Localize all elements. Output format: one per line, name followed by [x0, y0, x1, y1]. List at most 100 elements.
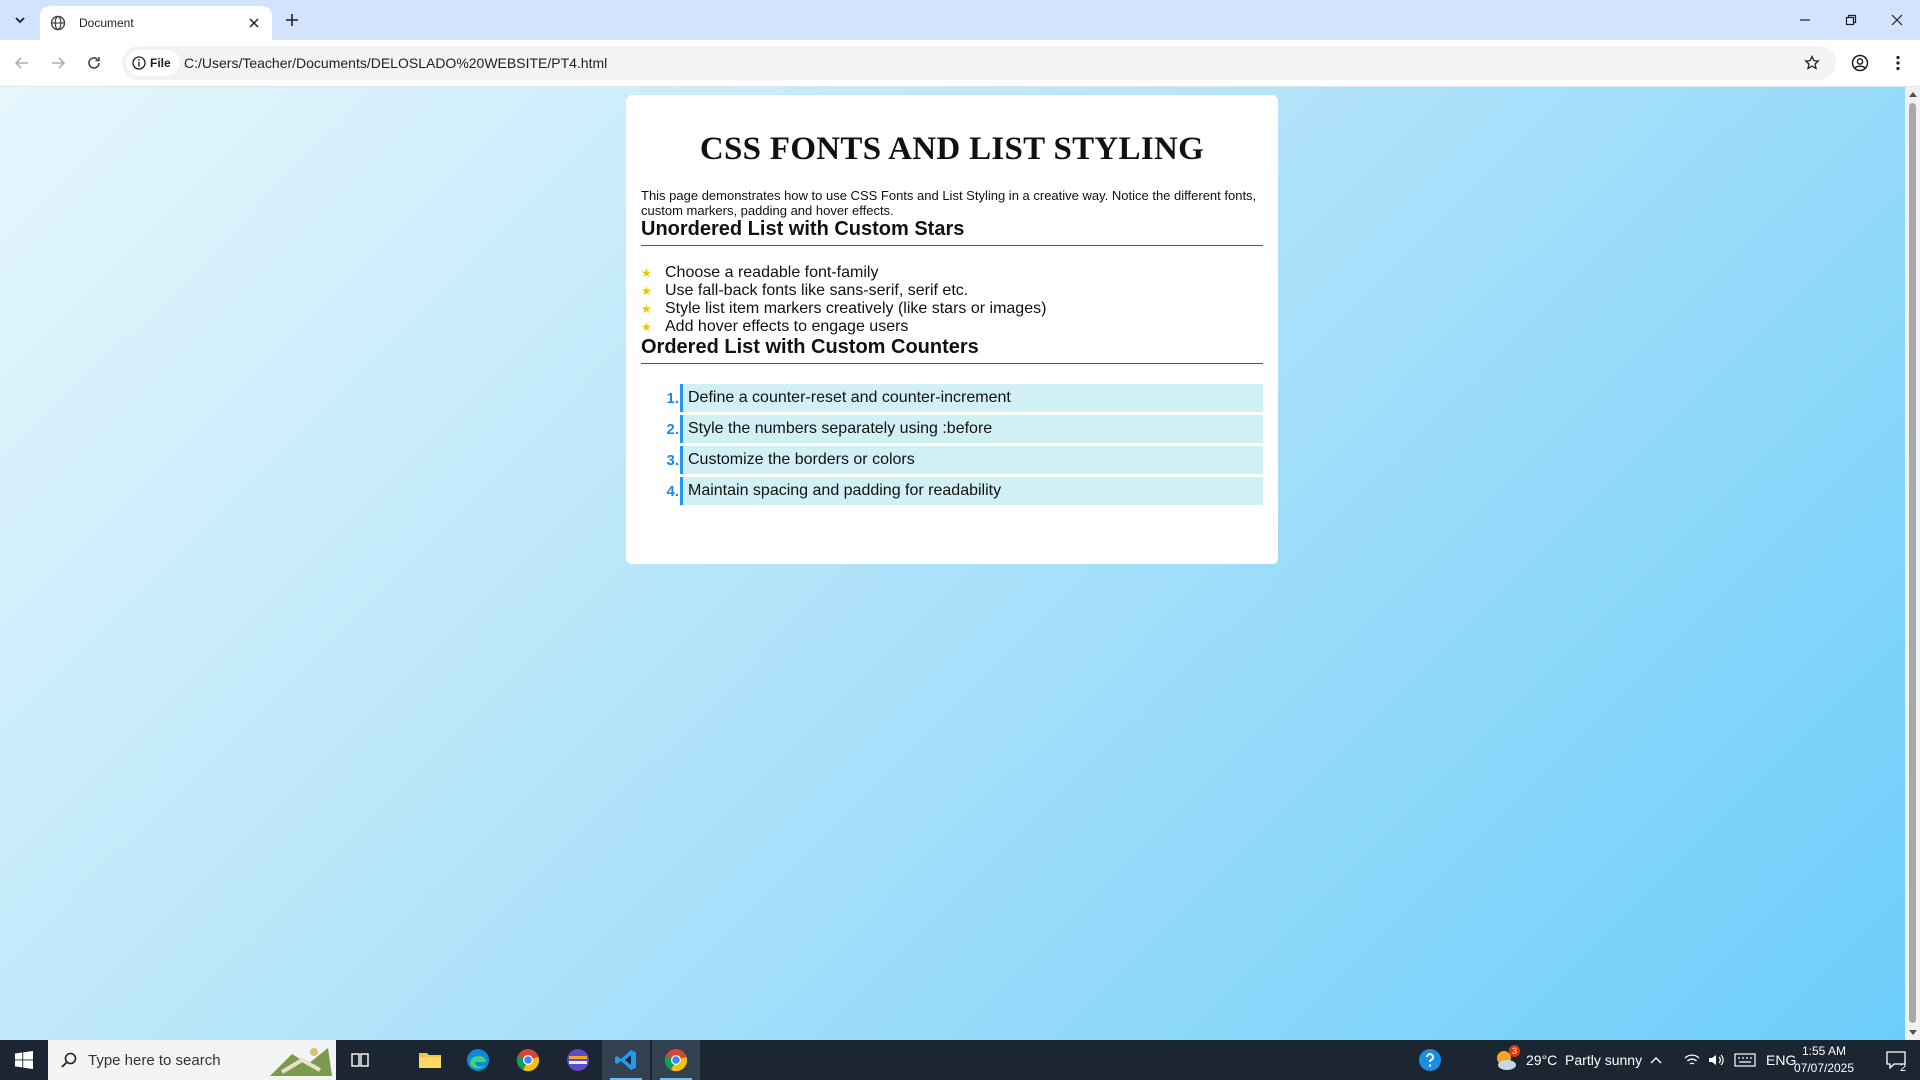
clock-date: 07/07/2025: [1793, 1061, 1855, 1075]
profile-icon: [1851, 54, 1869, 72]
minimize-icon: [1800, 19, 1810, 21]
list-item-text: Add hover effects to engage users: [665, 318, 909, 335]
star-icon: ★: [641, 302, 652, 316]
globe-icon: [50, 15, 66, 31]
profile-button[interactable]: [1846, 49, 1874, 77]
weather-badge: 3: [1508, 1045, 1520, 1057]
star-outline-icon: [1804, 55, 1820, 70]
task-view-icon: [351, 1053, 369, 1067]
list-item[interactable]: ★ Style list item markers creatively (lik…: [641, 300, 1263, 318]
search-highlight-illustration-icon: [270, 1048, 332, 1076]
vscode-icon: [615, 1050, 636, 1070]
network-button[interactable]: [1680, 1040, 1704, 1080]
list-item-text: Customize the borders or colors: [680, 446, 1263, 474]
edge-icon: [467, 1049, 489, 1071]
page-title: CSS FONTS AND LIST STYLING: [699, 131, 1205, 167]
start-button[interactable]: [0, 1040, 48, 1080]
list-item[interactable]: 3. Customize the borders or colors: [641, 446, 1263, 474]
list-item[interactable]: 4. Maintain spacing and padding for reada…: [641, 477, 1263, 505]
list-item[interactable]: ★ Add hover effects to engage users: [641, 318, 1263, 336]
forward-button[interactable]: [44, 49, 72, 77]
counter-number: 3.: [666, 452, 679, 469]
info-icon: [132, 56, 146, 70]
notification-count: 2: [1900, 1062, 1907, 1074]
taskbar-search-box[interactable]: Type here to search: [48, 1040, 336, 1080]
scrollbar-thumb[interactable]: [1909, 103, 1916, 1023]
wifi-icon: [1684, 1054, 1700, 1065]
list-item-text: Choose a readable font-family: [665, 264, 879, 281]
site-info-chip[interactable]: File: [126, 50, 180, 76]
kebab-menu-icon: [1896, 55, 1900, 71]
unordered-list-heading: Unordered List with Custom Stars: [641, 218, 1263, 246]
touch-keyboard-button[interactable]: [1730, 1040, 1760, 1080]
search-icon: [61, 1052, 77, 1068]
counter-list: 1. Define a counter-reset and counter-inc…: [641, 384, 1263, 505]
restore-button[interactable]: [1828, 0, 1874, 40]
list-item-text: Maintain spacing and padding for readabi…: [680, 477, 1263, 505]
plus-icon: [286, 14, 298, 26]
intro-paragraph: This page demonstrates how to use CSS Fo…: [641, 188, 1257, 218]
ordered-list-heading: Ordered List with Custom Counters: [641, 336, 1263, 364]
reload-icon: [88, 57, 100, 69]
star-icon: ★: [641, 284, 652, 298]
app-stripes-icon: [567, 1049, 589, 1071]
close-icon: [249, 18, 259, 28]
taskbar-file-explorer[interactable]: [406, 1040, 454, 1080]
tab-document[interactable]: Document: [40, 6, 272, 40]
task-view-button[interactable]: [336, 1040, 384, 1080]
list-item[interactable]: 2. Style the numbers separately using :be…: [641, 415, 1263, 443]
help-icon: [1419, 1049, 1441, 1071]
volume-button[interactable]: [1704, 1040, 1728, 1080]
speaker-icon: [1709, 1054, 1724, 1066]
keyboard-icon: [1734, 1053, 1756, 1067]
list-item[interactable]: 1. Define a counter-reset and counter-inc…: [641, 384, 1263, 412]
list-item-text: Style the numbers separately using :befo…: [680, 415, 1263, 443]
search-placeholder: Type here to search: [88, 1051, 221, 1069]
folder-icon: [419, 1053, 441, 1068]
tab-close-button[interactable]: [244, 13, 264, 33]
restore-icon: [1845, 14, 1857, 26]
list-item-text: Style list item markers creatively (like…: [665, 300, 1047, 317]
chrome-icon: [516, 1049, 539, 1072]
page-viewport: CSS FONTS AND LIST STYLING This page dem…: [0, 87, 1905, 1040]
new-tab-button[interactable]: [280, 8, 304, 32]
star-icon: ★: [641, 266, 652, 280]
address-bar[interactable]: File C:/Users/Teacher/Documents/DELOSLAD…: [122, 46, 1836, 80]
clock[interactable]: 1:55 AM 07/07/2025: [1792, 1043, 1856, 1077]
list-item-text: Define a counter-reset and counter-incre…: [680, 384, 1263, 412]
url-text[interactable]: C:/Users/Teacher/Documents/DELOSLADO%20W…: [184, 55, 607, 71]
content-card: CSS FONTS AND LIST STYLING This page dem…: [626, 95, 1278, 564]
list-item[interactable]: ★ Use fall-back fonts like sans-serif, se…: [641, 282, 1263, 300]
chevron-up-icon: [1650, 1057, 1662, 1064]
weather-icon-wrap: 3: [1492, 1045, 1520, 1072]
vertical-scrollbar[interactable]: [1905, 87, 1920, 1040]
weather-widget[interactable]: 3 29°C Partly sunny: [1492, 1040, 1642, 1080]
taskbar-chrome[interactable]: [504, 1040, 552, 1080]
tab-title: Document: [79, 16, 134, 30]
minimize-button[interactable]: [1782, 0, 1828, 40]
caret-up-icon: [1908, 92, 1917, 97]
chrome-icon: [664, 1049, 687, 1072]
scroll-up-button[interactable]: [1905, 87, 1920, 101]
list-item[interactable]: ★ Choose a readable font-family: [641, 264, 1263, 282]
help-button[interactable]: [1406, 1040, 1454, 1080]
chevron-down-icon: [15, 17, 25, 24]
taskbar-vscode[interactable]: [602, 1040, 650, 1080]
taskbar-app[interactable]: [554, 1040, 602, 1080]
taskbar-chrome-active[interactable]: [652, 1040, 700, 1080]
reload-button[interactable]: [80, 49, 108, 77]
back-button[interactable]: [8, 49, 36, 77]
list-item-text: Use fall-back fonts like sans-serif, ser…: [665, 282, 969, 299]
notifications-button[interactable]: 2: [1872, 1040, 1920, 1080]
close-window-button[interactable]: [1874, 0, 1920, 40]
star-icon: ★: [641, 320, 652, 334]
scroll-down-button[interactable]: [1905, 1026, 1920, 1040]
taskbar-edge[interactable]: [454, 1040, 502, 1080]
back-arrow-icon: [14, 57, 28, 69]
tab-search-button[interactable]: [6, 6, 34, 34]
caret-down-icon: [1908, 1030, 1917, 1035]
browser-menu-button[interactable]: [1884, 49, 1912, 77]
bookmark-button[interactable]: [1800, 51, 1824, 75]
forward-arrow-icon: [52, 57, 66, 69]
show-hidden-icons-button[interactable]: [1644, 1040, 1668, 1080]
